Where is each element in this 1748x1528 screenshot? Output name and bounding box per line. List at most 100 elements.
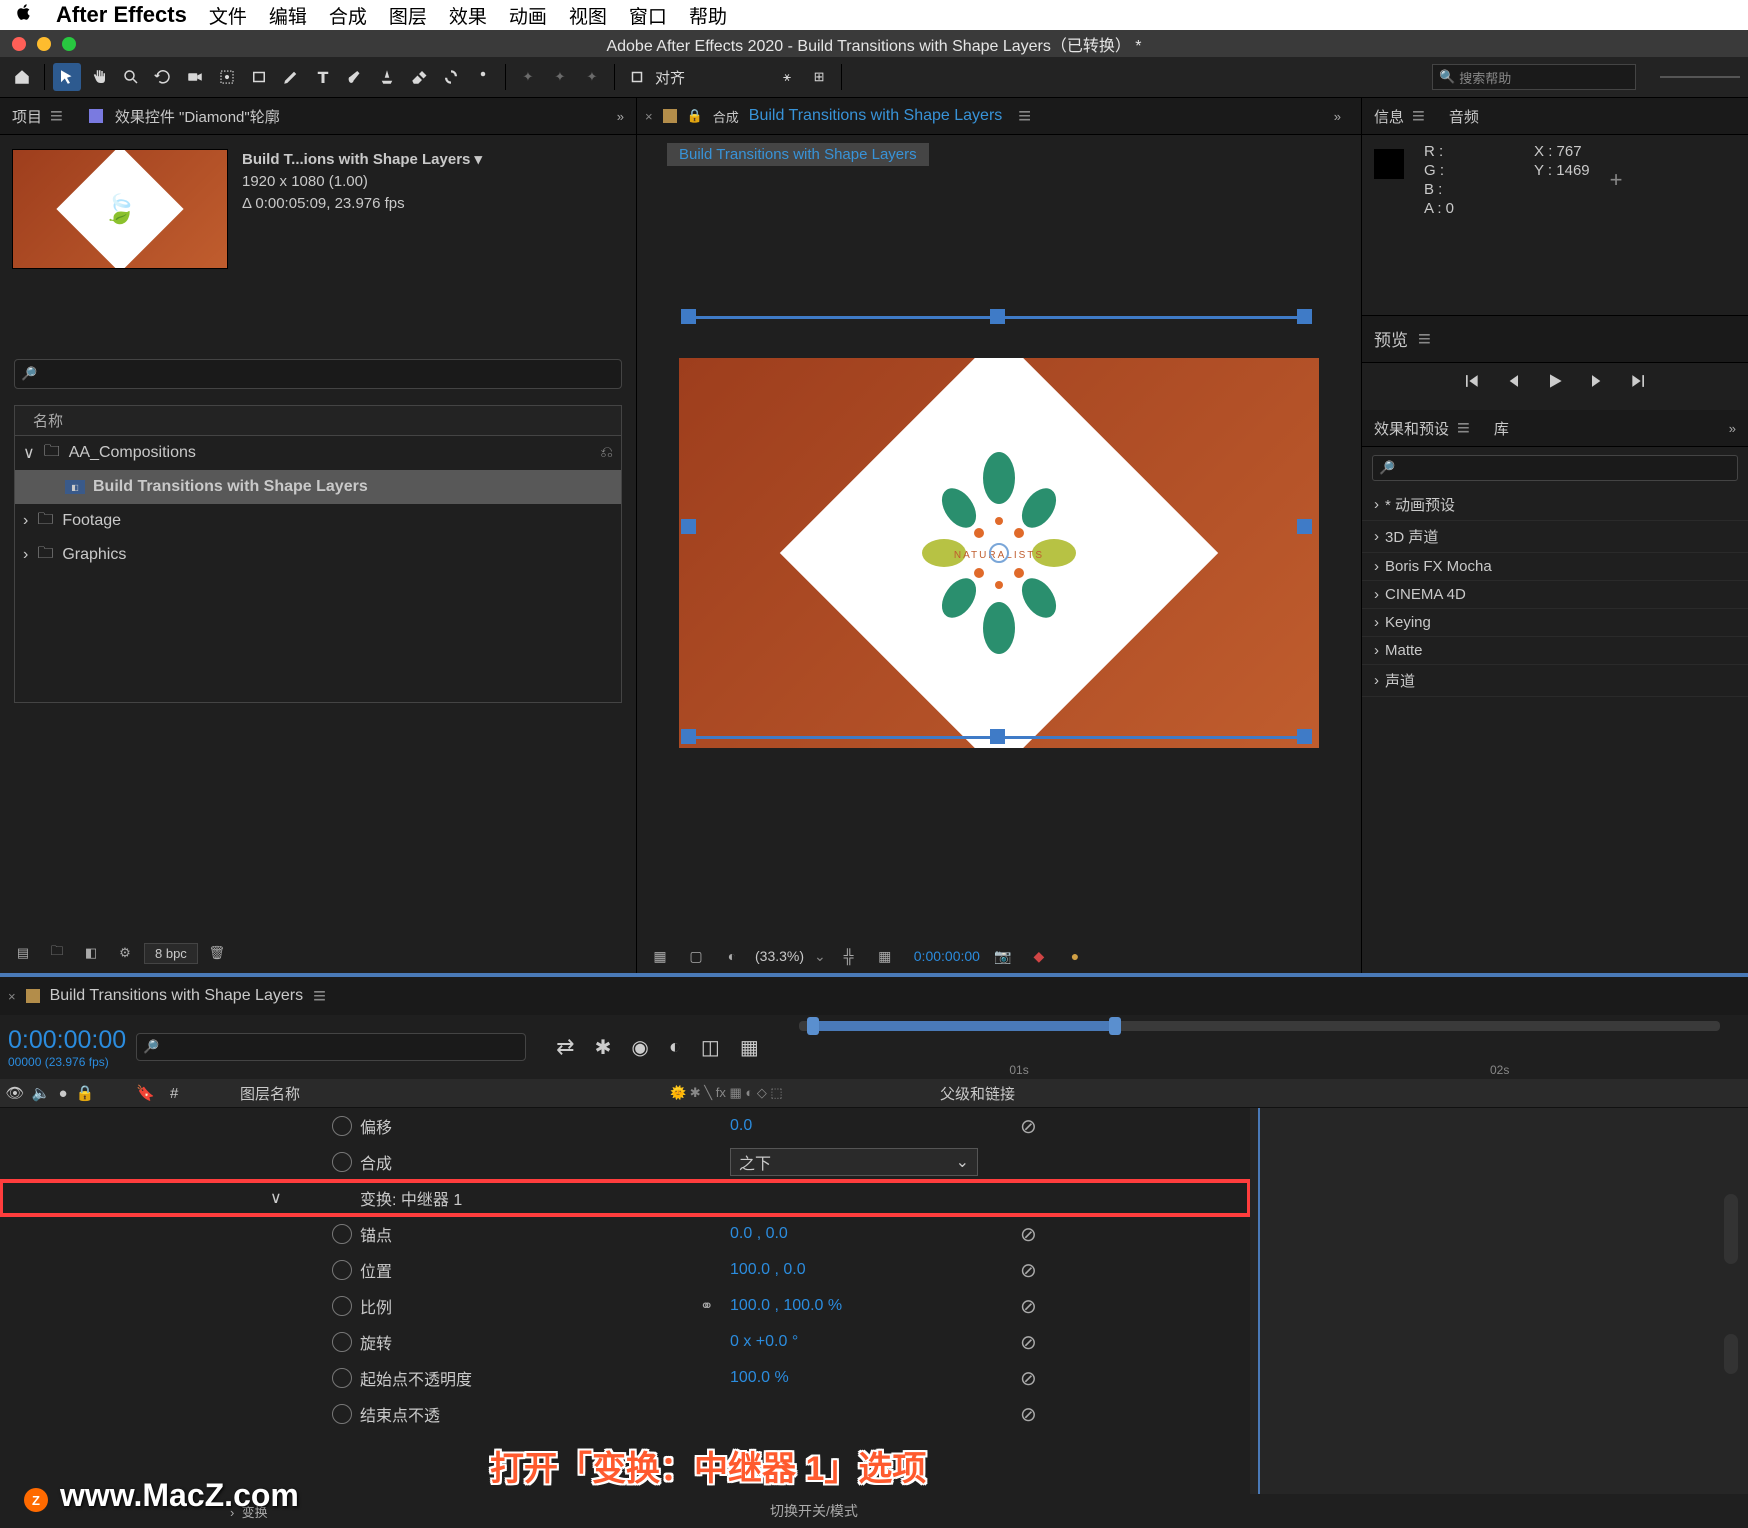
- roto-tool[interactable]: [437, 63, 465, 91]
- menu-comp[interactable]: 合成: [329, 2, 367, 29]
- res-icon[interactable]: ▦: [647, 945, 673, 967]
- parent-pickwhip-icon[interactable]: ⊘: [1020, 1402, 1037, 1427]
- new-comp-icon[interactable]: ◧: [76, 940, 106, 966]
- prev-frame-icon[interactable]: [1503, 371, 1523, 394]
- selection-handle[interactable]: [1297, 519, 1312, 534]
- property-row[interactable]: 旋转0 x +0.0 °⊘: [0, 1324, 1250, 1360]
- effects-category[interactable]: ›* 动画预设: [1362, 489, 1748, 521]
- parent-col[interactable]: 父级和链接: [940, 1083, 1015, 1104]
- tab-preview[interactable]: 预览: [1374, 326, 1408, 352]
- camera-tool[interactable]: [181, 63, 209, 91]
- stopwatch-icon[interactable]: [332, 1368, 352, 1388]
- menu-edit[interactable]: 编辑: [269, 2, 307, 29]
- property-value[interactable]: 0.0: [730, 1117, 752, 1135]
- tab-effect-controls[interactable]: 效果控件 "Diamond"轮廓: [103, 106, 292, 127]
- effects-category[interactable]: ›Boris FX Mocha: [1362, 553, 1748, 581]
- expand-icon[interactable]: ∨: [23, 443, 35, 463]
- project-column-header[interactable]: 名称: [14, 405, 622, 435]
- parent-pickwhip-icon[interactable]: ⊘: [1020, 1366, 1037, 1391]
- tab-effects-presets[interactable]: 效果和预设≡: [1362, 415, 1482, 441]
- effects-category[interactable]: ›3D 声道: [1362, 521, 1748, 553]
- selection-handle[interactable]: [990, 729, 1005, 744]
- grid-settings-icon[interactable]: ⊞: [805, 63, 833, 91]
- close-icon[interactable]: [12, 37, 26, 51]
- switch-mode-toggle[interactable]: 切换开关/模式: [770, 1501, 858, 1521]
- timeline-search-input[interactable]: 🔎: [136, 1033, 526, 1061]
- scrollbar[interactable]: [1724, 1194, 1738, 1264]
- expand-icon[interactable]: »: [605, 109, 636, 124]
- menu-effect[interactable]: 效果: [449, 2, 487, 29]
- property-value[interactable]: 100.0 , 0.0: [730, 1261, 806, 1279]
- tab-library[interactable]: 库: [1482, 418, 1521, 439]
- play-icon[interactable]: [1545, 371, 1565, 394]
- parent-pickwhip-icon[interactable]: ⊘: [1020, 1294, 1037, 1319]
- zoom-dropdown[interactable]: (33.3%): [755, 948, 804, 964]
- anchor-tool[interactable]: [213, 63, 241, 91]
- property-row[interactable]: 比例⚭100.0 , 100.0 %⊘: [0, 1288, 1250, 1324]
- graph-editor-icon[interactable]: ◫: [701, 1035, 720, 1060]
- stopwatch-icon[interactable]: [332, 1224, 352, 1244]
- clone-tool[interactable]: [373, 63, 401, 91]
- playhead[interactable]: [1258, 1108, 1260, 1494]
- current-timecode[interactable]: 0:00:00:00: [8, 1026, 126, 1055]
- parent-pickwhip-icon[interactable]: ⊘: [1020, 1114, 1037, 1139]
- menu-anim[interactable]: 动画: [509, 2, 547, 29]
- interpret-icon[interactable]: ▤: [8, 940, 38, 966]
- apple-icon[interactable]: [14, 2, 34, 28]
- stopwatch-icon[interactable]: [332, 1332, 352, 1352]
- effects-category[interactable]: ›Matte: [1362, 637, 1748, 665]
- search-help-input[interactable]: 🔍 搜索帮助: [1432, 64, 1636, 90]
- comp-tab-title[interactable]: Build Transitions with Shape Layers: [749, 107, 1002, 125]
- menu-window[interactable]: 窗口: [629, 2, 667, 29]
- lock-icon[interactable]: 🔒: [687, 108, 703, 124]
- hand-tool[interactable]: [85, 63, 113, 91]
- first-frame-icon[interactable]: [1461, 371, 1481, 394]
- composition-viewer[interactable]: NATURALISTS: [637, 166, 1361, 939]
- settings-icon[interactable]: ⚙: [110, 940, 140, 966]
- folder-row[interactable]: ∨ 🗀 AA_Compositions ⎌: [15, 436, 621, 470]
- tab-audio[interactable]: 音频: [1437, 106, 1491, 127]
- workarea-end-handle[interactable]: [1109, 1017, 1121, 1035]
- effects-category[interactable]: ›Keying: [1362, 609, 1748, 637]
- fullscreen-icon[interactable]: [62, 37, 76, 51]
- lock-col-icon[interactable]: 🔒: [74, 1084, 96, 1102]
- timeline-tab-name[interactable]: Build Transitions with Shape Layers: [50, 987, 303, 1005]
- time-ruler[interactable]: 01s 02s: [779, 1015, 1740, 1079]
- tab-project[interactable]: 项目≡: [0, 103, 75, 129]
- folder-row[interactable]: › 🗀 Footage: [15, 504, 621, 538]
- toggle-transparency-icon[interactable]: ▢: [683, 945, 709, 967]
- parent-pickwhip-icon[interactable]: ⊘: [1020, 1222, 1037, 1247]
- stopwatch-icon[interactable]: [332, 1296, 352, 1316]
- stopwatch-icon[interactable]: [332, 1116, 352, 1136]
- index-col[interactable]: #: [170, 1085, 200, 1102]
- property-row[interactable]: 起始点不透明度100.0 %⊘: [0, 1360, 1250, 1396]
- stopwatch-icon[interactable]: [332, 1152, 352, 1172]
- tab-info[interactable]: 信息≡: [1362, 103, 1437, 129]
- property-row[interactable]: 合成之下⌄: [0, 1144, 1250, 1180]
- mask-icon[interactable]: ◐: [719, 945, 745, 967]
- parent-pickwhip-icon[interactable]: ⊘: [1020, 1330, 1037, 1355]
- selection-handle[interactable]: [681, 309, 696, 324]
- property-row[interactable]: ∨变换: 中继器 1: [0, 1180, 1250, 1216]
- motion-blur-icon[interactable]: ◐: [669, 1036, 681, 1059]
- pen-tool[interactable]: [277, 63, 305, 91]
- snap-settings-icon[interactable]: ⚹: [773, 63, 801, 91]
- menu-help[interactable]: 帮助: [689, 2, 727, 29]
- composite-dropdown[interactable]: 之下⌄: [730, 1148, 978, 1176]
- close-tab-icon[interactable]: ×: [645, 109, 653, 124]
- comp-thumbnail[interactable]: 🍃: [12, 149, 228, 269]
- rect-tool[interactable]: [245, 63, 273, 91]
- property-row[interactable]: 锚点0.0 , 0.0⊘: [0, 1216, 1250, 1252]
- expand-icon[interactable]: »: [1717, 421, 1748, 436]
- folder-row[interactable]: › 🗀 Graphics: [15, 538, 621, 572]
- effects-category[interactable]: ›声道: [1362, 665, 1748, 697]
- link-icon[interactable]: ⚭: [700, 1296, 713, 1316]
- rotate-tool[interactable]: [149, 63, 177, 91]
- workarea-start-handle[interactable]: [807, 1017, 819, 1035]
- menu-layer[interactable]: 图层: [389, 2, 427, 29]
- effects-category[interactable]: ›CINEMA 4D: [1362, 581, 1748, 609]
- flow-icon[interactable]: ⎌: [600, 444, 613, 462]
- adjust-icon[interactable]: ●: [1062, 945, 1088, 967]
- property-value[interactable]: 0 x +0.0 °: [730, 1333, 798, 1351]
- layer-name-col[interactable]: 图层名称: [240, 1083, 670, 1104]
